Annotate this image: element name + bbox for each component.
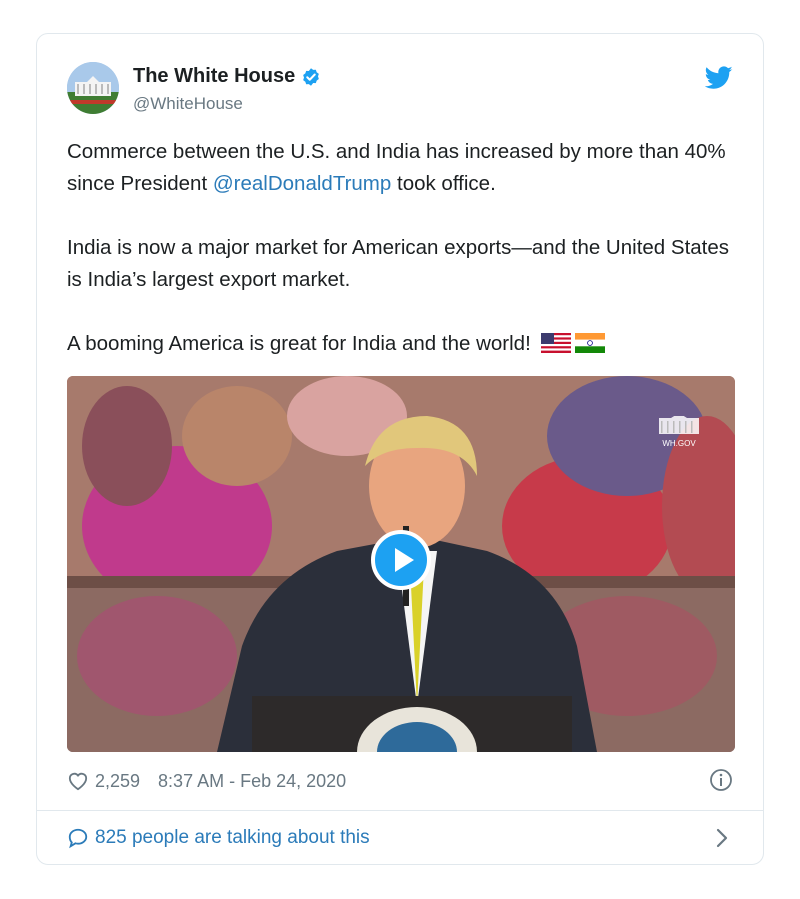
tweet-text-segment: A booming America is great for India and… [67, 332, 531, 355]
author-display-name[interactable]: The White House [133, 65, 295, 88]
mention-link[interactable]: @realDonaldTrump [213, 172, 391, 195]
divider [37, 810, 763, 811]
heart-icon[interactable] [67, 771, 89, 791]
conversation-count[interactable]: 825 people are talking about this [95, 827, 370, 849]
wh-gov-watermark: WH.GOV [659, 416, 699, 448]
play-icon[interactable] [371, 530, 431, 590]
tweet-text: Commerce between the U.S. and India has … [67, 136, 737, 392]
chevron-right-icon[interactable] [715, 827, 729, 849]
india-flag-icon [574, 333, 605, 353]
tweet-meta: 2,259 8:37 AM - Feb 24, 2020 [67, 766, 346, 796]
timestamp-link[interactable]: 8:37 AM - Feb 24, 2020 [158, 771, 346, 792]
conversation-link[interactable]: 825 people are talking about this [67, 824, 370, 852]
tweet-paragraph-3: A booming America is great for India and… [67, 328, 737, 360]
author-avatar[interactable] [67, 62, 119, 114]
author-handle[interactable]: @WhiteHouse [133, 94, 243, 114]
tweet-paragraph-2: India is now a major market for American… [67, 236, 730, 291]
white-house-avatar-icon [67, 62, 119, 114]
verified-badge-icon [303, 67, 320, 86]
us-flag-icon [540, 333, 571, 353]
twitter-bird-icon[interactable] [705, 66, 733, 90]
tweet-paragraph-1: Commerce between the U.S. and India has … [67, 136, 737, 200]
video-thumbnail[interactable]: WH.GOV [67, 376, 735, 752]
info-icon[interactable] [709, 768, 733, 792]
author-name-row[interactable]: The White House [133, 65, 321, 88]
watermark-text: WH.GOV [662, 439, 696, 448]
speech-bubble-icon [68, 828, 88, 849]
tweet-text-segment: took office. [391, 172, 496, 195]
embedded-tweet-card[interactable]: The White House @WhiteHouse Commerce bet… [36, 33, 764, 865]
like-count[interactable]: 2,259 [95, 771, 140, 792]
